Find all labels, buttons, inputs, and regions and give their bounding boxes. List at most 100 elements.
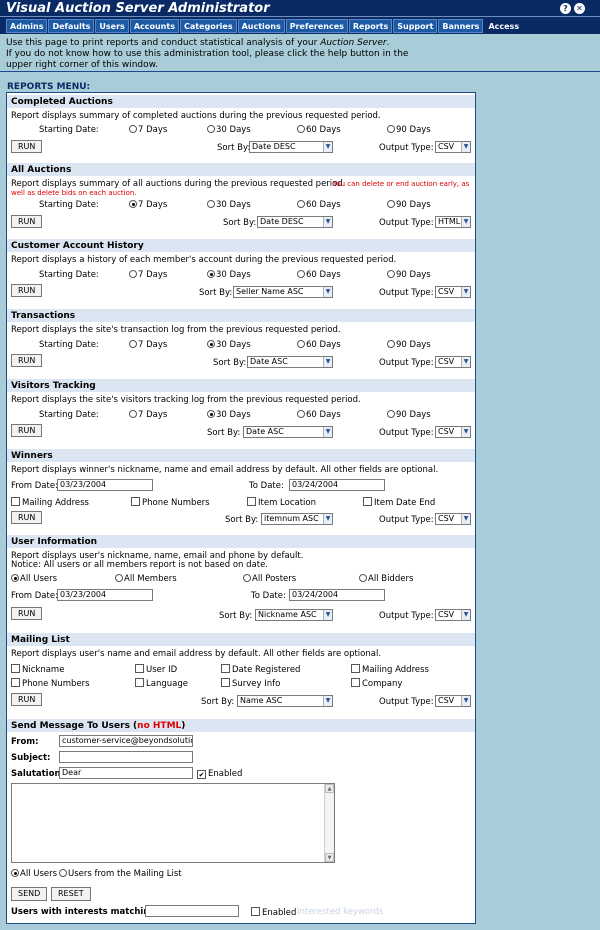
scroll-down-icon[interactable]: ▼ [325,853,334,862]
output-type-select[interactable]: CSV ▼ [435,141,471,153]
radio-all-users[interactable]: All Users [11,574,57,584]
tab-access[interactable]: Access [484,19,524,33]
output-type-select[interactable]: CSV ▼ [435,426,471,438]
check-phone-numbers[interactable]: Phone Numbers [11,678,90,689]
tab-support[interactable]: Support [393,19,438,33]
output-type-select[interactable]: HTML ▼ [435,216,471,228]
radio-90-days[interactable]: 90 Days [387,200,431,210]
check-date-registered[interactable]: Date Registered [221,664,300,675]
from-date-input[interactable]: 03/23/2004 [57,479,153,491]
message-body-textarea[interactable]: ▲ ▼ [11,783,335,863]
sort-by-select[interactable]: Date DESC ▼ [249,141,333,153]
tab-users[interactable]: Users [95,19,129,33]
run-button[interactable]: RUN [11,511,43,524]
salutation-value: Dear [62,768,82,777]
check-mailing-address[interactable]: Mailing Address [351,664,429,675]
run-button[interactable]: RUN [11,607,43,620]
check-mailing-address[interactable]: Mailing Address [11,497,89,508]
run-button[interactable]: RUN [11,215,43,228]
radio-30-days[interactable]: 30 Days [207,125,251,135]
to-date-input[interactable]: 03/24/2004 [289,479,385,491]
send-button[interactable]: SEND [11,887,48,901]
radio-7-days[interactable]: 7 Days [129,200,167,210]
tab-preferences[interactable]: Preferences [285,19,348,33]
radio-label: 30 Days [216,125,251,135]
radio-all-bidders[interactable]: All Bidders [359,574,413,584]
radio-90-days[interactable]: 90 Days [387,125,431,135]
tab-defaults[interactable]: Defaults [48,19,95,33]
check-company[interactable]: Company [351,678,402,689]
run-button[interactable]: RUN [11,693,43,706]
radio-60-days[interactable]: 60 Days [297,200,341,210]
run-button[interactable]: RUN [11,140,43,153]
section-title: Transactions [7,309,475,322]
run-button[interactable]: RUN [11,424,43,437]
radio-60-days[interactable]: 60 Days [297,125,341,135]
radio-60-days[interactable]: 60 Days [297,340,341,350]
output-type-select[interactable]: CSV ▼ [435,695,471,707]
check-survey-info[interactable]: Survey Info [221,678,280,689]
sort-by-select[interactable]: Date ASC ▼ [243,426,333,438]
tab-banners[interactable]: Banners [438,19,484,33]
radio-all-users[interactable]: All Users [11,869,57,879]
radio-7-days[interactable]: 7 Days [129,125,167,135]
check-label: Nickname [22,665,65,675]
radio-mailing-list-users[interactable]: Users from the Mailing List [59,869,182,879]
run-button[interactable]: RUN [11,354,43,367]
tab-reports[interactable]: Reports [348,19,393,33]
radio-label: All Bidders [368,574,414,584]
subject-input[interactable] [59,751,193,763]
radio-label: All Posters [252,574,297,584]
check-phone-numbers[interactable]: Phone Numbers [131,497,210,508]
scroll-up-icon[interactable]: ▲ [325,784,334,793]
check-item-location[interactable]: Item Location [247,497,316,508]
from-input[interactable]: customer-service@beyondsolutions. [59,735,193,747]
radio-30-days[interactable]: 30 Days [207,410,251,420]
check-item-date-end[interactable]: Item Date End [363,497,435,508]
interests-enabled-checkbox[interactable]: Enabled [251,907,296,918]
output-type-select[interactable]: CSV ▼ [435,356,471,368]
reset-button[interactable]: RESET [51,887,91,901]
salutation-input[interactable]: Dear [59,767,193,779]
scrollbar[interactable]: ▲ ▼ [324,784,334,862]
sort-by-select[interactable]: Date ASC ▼ [247,356,333,368]
from-date-input[interactable]: 03/23/2004 [57,589,153,601]
radio-90-days[interactable]: 90 Days [387,340,431,350]
radio-7-days[interactable]: 7 Days [129,270,167,280]
radio-all-members[interactable]: All Members [115,574,177,584]
sort-by-select[interactable]: Seller Name ASC ▼ [233,286,333,298]
radio-90-days[interactable]: 90 Days [387,270,431,280]
salutation-label: Salutation: [11,769,64,779]
radio-all-posters[interactable]: All Posters [243,574,296,584]
sort-by-select[interactable]: itemnum ASC ▼ [261,513,333,525]
radio-30-days[interactable]: 30 Days [207,340,251,350]
output-type-select[interactable]: CSV ▼ [435,609,471,621]
radio-60-days[interactable]: 60 Days [297,410,341,420]
check-user-id[interactable]: User ID [135,664,177,675]
interests-input[interactable] [145,905,239,917]
help-icon[interactable]: ? [560,3,571,14]
radio-7-days[interactable]: 7 Days [129,410,167,420]
close-icon[interactable]: ✕ [574,3,585,14]
output-type-select[interactable]: CSV ▼ [435,286,471,298]
tab-categories[interactable]: Categories [179,19,237,33]
radio-30-days[interactable]: 30 Days [207,200,251,210]
sort-by-select[interactable]: Nickname ASC ▼ [255,609,333,621]
tab-accounts[interactable]: Accounts [129,19,179,33]
run-button[interactable]: RUN [11,284,43,297]
chevron-down-icon: ▼ [323,514,332,524]
to-date-input[interactable]: 03/24/2004 [289,589,385,601]
radio-7-days[interactable]: 7 Days [129,340,167,350]
salutation-enabled-checkbox[interactable]: ✔ Enabled [197,769,242,779]
sort-by-select[interactable]: Date DESC ▼ [257,216,333,228]
check-nickname[interactable]: Nickname [11,664,64,675]
radio-30-days[interactable]: 30 Days [207,270,251,280]
sort-by-select[interactable]: Name ASC ▼ [237,695,333,707]
radio-60-days[interactable]: 60 Days [297,270,341,280]
sort-by-value: Seller Name ASC [236,287,304,296]
tab-auctions[interactable]: Auctions [237,19,285,33]
tab-admins[interactable]: Admins [6,19,48,33]
output-type-select[interactable]: CSV ▼ [435,513,471,525]
radio-90-days[interactable]: 90 Days [387,410,431,420]
check-language[interactable]: Language [135,678,188,689]
